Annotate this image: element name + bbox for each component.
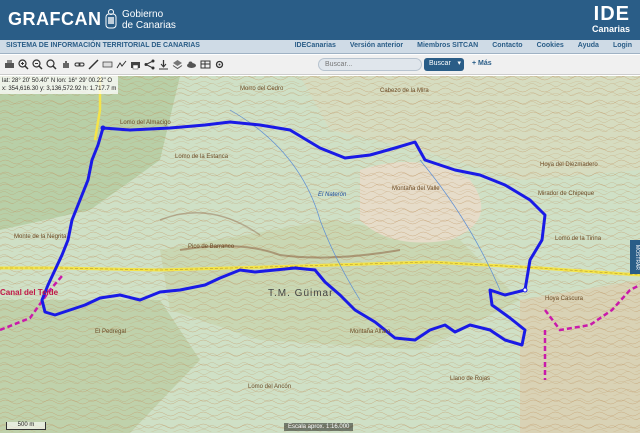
- download-icon[interactable]: [158, 58, 169, 71]
- map-label: Cabezo de la Mira: [380, 88, 429, 94]
- map-label: Lomo del Almacigo: [120, 120, 171, 126]
- canarias-text: Canarias: [591, 24, 630, 34]
- ruler-icon[interactable]: [102, 58, 113, 71]
- map-label: Llano de Rojas: [450, 376, 491, 382]
- zoom-in-icon[interactable]: [18, 58, 29, 71]
- tool-buttons: [4, 58, 225, 71]
- map-toolbar: Buscar... Buscar ▾ + Más: [0, 55, 640, 75]
- map-label: Pico de Barranco: [188, 244, 235, 250]
- nav-cookies[interactable]: Cookies: [537, 42, 564, 49]
- nav-idecanarias[interactable]: IDECanarias: [295, 42, 336, 49]
- map-label: Lomo del Ancón: [248, 384, 292, 390]
- map-label: Monte de la Negrita: [14, 234, 67, 240]
- settings-icon[interactable]: [214, 58, 225, 71]
- gobierno-canarias-logo[interactable]: Gobierno de Canarias: [104, 5, 176, 35]
- top-nav: IDECanarias Versión anterior Miembros SI…: [295, 42, 632, 49]
- system-title: SISTEMA DE INFORMACIÓN TERRITORIAL DE CA…: [6, 42, 200, 49]
- coat-of-arms-icon: [105, 9, 117, 29]
- more-label: Más: [478, 60, 492, 67]
- topographic-map: [0, 76, 640, 433]
- scale-bar: 500 m: [6, 422, 46, 430]
- map-canvas[interactable]: Morro del Cedro Cabezo de la Mira Lomo d…: [0, 76, 640, 433]
- show-panel-tab[interactable]: MOSTRAR: [630, 240, 640, 274]
- layers-icon[interactable]: [172, 58, 183, 71]
- gov-line-1: Gobierno: [122, 9, 164, 20]
- chevron-down-icon: ▾: [457, 60, 461, 67]
- canal-label: Canal del Teide: [0, 288, 59, 297]
- table-icon[interactable]: [200, 58, 211, 71]
- map-label: Lomo de la Tirina: [555, 236, 602, 242]
- measure-icon[interactable]: [88, 58, 99, 71]
- map-label: Montaña Alfaro: [350, 329, 391, 335]
- nav-ayuda[interactable]: Ayuda: [578, 42, 599, 49]
- scale-text: Escala aprox. 1:16.000: [284, 423, 354, 431]
- coordinate-readout: lat: 28° 20' 50.40'' N lon: 16° 29' 00.2…: [0, 76, 119, 94]
- ide-text: IDE: [593, 3, 630, 25]
- share-icon[interactable]: [144, 58, 155, 71]
- menu-bar: SISTEMA DE INFORMACIÓN TERRITORIAL DE CA…: [0, 40, 640, 54]
- map-label: Lomo de la Estanca: [175, 154, 229, 160]
- app-header: GRAFCAN Gobierno de Canarias IDE Canaria…: [0, 0, 640, 40]
- search-button[interactable]: Buscar ▾: [424, 58, 464, 71]
- ide-canarias-logo[interactable]: IDE Canarias: [592, 4, 630, 34]
- latlon-readout: lat: 28° 20' 50.40'' N lon: 16° 29' 00.2…: [2, 78, 113, 84]
- search-button-label: Buscar: [429, 60, 451, 67]
- print-icon[interactable]: [4, 58, 15, 71]
- nav-miembros-sitcan[interactable]: Miembros SITCAN: [417, 42, 478, 49]
- map-label: Montaña del Valle: [392, 186, 440, 192]
- gov-line-2: de Canarias: [122, 20, 176, 31]
- utm-readout: x: 354,616.30 y: 3,136,572.92 h: 1,717.7…: [2, 86, 117, 92]
- map-label: Hoya del Diezmadero: [540, 162, 598, 168]
- more-options-link[interactable]: + Más: [472, 60, 492, 67]
- map-label: Hoya Cascura: [545, 296, 584, 302]
- nav-contacto[interactable]: Contacto: [492, 42, 522, 49]
- pan-icon[interactable]: [60, 58, 71, 71]
- map-label: Morro del Cedro: [240, 86, 284, 92]
- nav-version-anterior[interactable]: Versión anterior: [350, 42, 403, 49]
- zoom-out-icon[interactable]: [32, 58, 43, 71]
- map-label: El Pedregal: [95, 329, 127, 335]
- cloud-icon[interactable]: [186, 58, 197, 71]
- zoom-extent-icon[interactable]: [46, 58, 57, 71]
- map-label: El Naterón: [318, 192, 347, 198]
- grafcan-logo[interactable]: GRAFCAN: [8, 9, 102, 30]
- search-input[interactable]: Buscar...: [318, 58, 422, 71]
- nav-login[interactable]: Login: [613, 42, 632, 49]
- printer-icon[interactable]: [130, 58, 141, 71]
- municipality-label: T.M. Güimar: [268, 288, 334, 299]
- link-icon[interactable]: [74, 58, 85, 71]
- profile-icon[interactable]: [116, 58, 127, 71]
- map-label: Mirador de Chipeque: [538, 191, 595, 197]
